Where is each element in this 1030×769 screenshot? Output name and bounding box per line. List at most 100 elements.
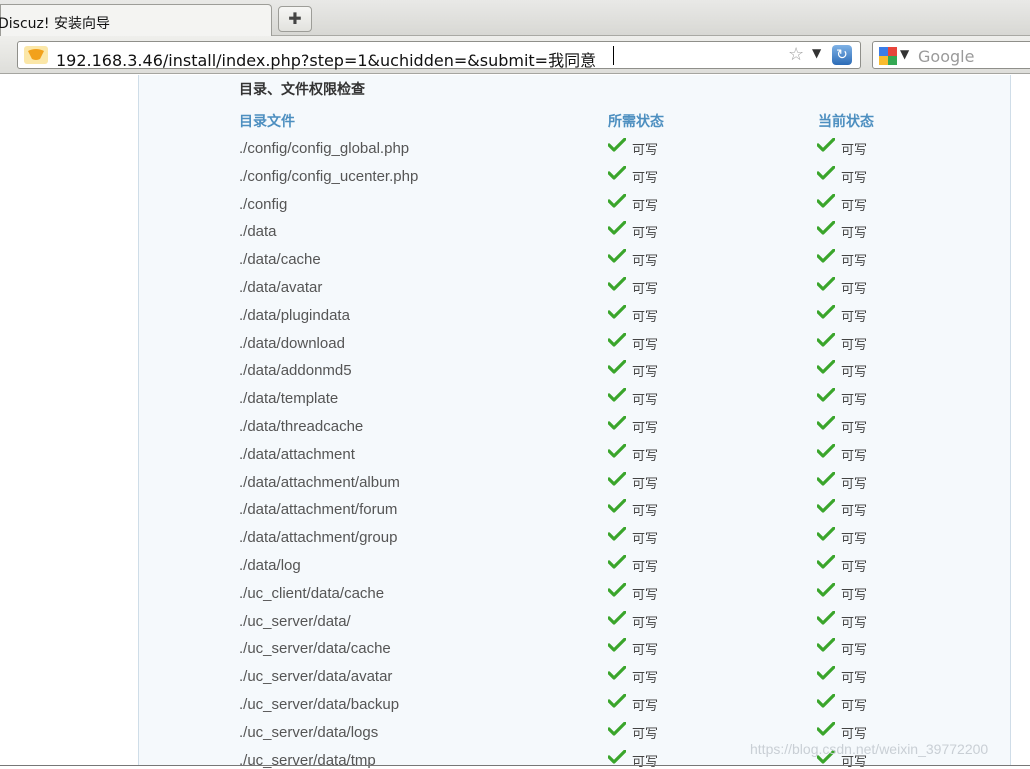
status-text: 可写	[841, 170, 868, 186]
row-path: ./uc_server/data/	[239, 612, 351, 630]
status-current: 可写	[816, 248, 867, 269]
engine-dropdown-icon[interactable]: ▼	[900, 47, 909, 61]
row-path: ./data/threadcache	[239, 418, 364, 435]
status-current: 可写	[816, 665, 867, 686]
status-required: 可写	[607, 665, 659, 687]
status-required: 可写	[607, 526, 659, 548]
table-row: ./data 可写 可写	[0, 220, 1030, 250]
section-title: 目录、文件权限检查	[239, 82, 365, 98]
status-current: 可写	[816, 220, 867, 241]
status-text: 可写	[841, 198, 868, 214]
table-row: ./data/plugindata 可写 可写	[0, 304, 1030, 334]
table-row: ./uc_client/data/cache 可写 可写	[0, 582, 1030, 612]
table-row: ./data/addonmd5 可写 可写	[0, 359, 1030, 389]
status-text: 可写	[841, 448, 868, 464]
site-identity-icon[interactable]	[24, 46, 48, 64]
new-tab-button[interactable]: ✚	[278, 6, 312, 32]
table-row: ./config/config_ucenter.php 可写 可写	[0, 165, 1030, 195]
status-text: 可写	[841, 587, 868, 603]
status-text: 可写	[632, 143, 659, 158]
search-engine-icon[interactable]	[879, 47, 897, 65]
check-icon	[816, 554, 836, 569]
status-text: 可写	[841, 282, 868, 297]
table-row: ./config 可写 可写	[0, 192, 1030, 223]
status-current: 可写	[816, 304, 867, 325]
status-required: 可写	[607, 359, 659, 381]
status-text: 可写	[841, 699, 868, 714]
page-content: 目录、文件权限检查 目录文件 所需状态 当前状态 ./config/config…	[0, 75, 1030, 769]
status-text: 可写	[841, 504, 868, 520]
status-text: 可写	[841, 337, 868, 353]
table-row: ./data/attachment 可写 可写	[0, 443, 1030, 473]
status-text: 可写	[632, 448, 659, 464]
status-required: 可写	[607, 304, 659, 325]
browser-tab[interactable]: Discuz! 安装向导	[0, 4, 272, 36]
bookmark-star-icon[interactable]: ☆	[788, 44, 804, 65]
status-current: 可写	[816, 387, 868, 409]
check-icon	[607, 415, 627, 430]
check-icon	[607, 582, 627, 597]
reload-icon[interactable]: ↻	[832, 45, 852, 65]
status-text: 可写	[632, 337, 659, 353]
table-row: ./config/config_global.php 可写 可写	[0, 137, 1030, 167]
check-icon	[816, 498, 836, 513]
row-path: ./data/attachment/group	[239, 529, 398, 547]
status-text: 可写	[632, 671, 659, 687]
status-text: 可写	[632, 532, 659, 548]
check-icon	[607, 443, 627, 458]
status-text: 可写	[841, 393, 868, 409]
status-text: 可写	[632, 170, 659, 186]
status-text: 可写	[632, 615, 659, 631]
check-icon	[816, 276, 836, 291]
check-icon	[607, 359, 627, 374]
address-bar[interactable]: 192.168.3.46/install/index.php?step=1&uc…	[17, 41, 861, 71]
table-row: ./data/threadcache 可写 可写	[0, 415, 1030, 445]
row-path: ./uc_server/data/logs	[239, 723, 379, 741]
status-current: 可写	[816, 554, 868, 575]
check-icon	[607, 665, 627, 680]
history-dropdown-icon[interactable]: ▼	[812, 46, 821, 60]
check-icon	[607, 165, 627, 180]
status-text: 可写	[632, 365, 659, 381]
status-required: 可写	[607, 582, 658, 603]
status-text: 可写	[632, 226, 659, 242]
status-current: 可写	[816, 721, 868, 742]
status-required: 可写	[607, 165, 659, 186]
check-icon	[607, 331, 627, 347]
status-current: 可写	[816, 582, 868, 603]
status-text: 可写	[632, 699, 659, 714]
status-current: 可写	[816, 331, 868, 353]
status-current: 可写	[816, 526, 867, 547]
row-path: ./data/plugindata	[239, 306, 350, 324]
url-text[interactable]: 192.168.3.46/install/index.php?step=1&uc…	[56, 47, 596, 71]
row-path: ./data/addonmd5	[239, 362, 352, 380]
row-path: ./config/config_global.php	[239, 140, 410, 157]
status-text: 可写	[841, 560, 868, 575]
watermark: https://blog.csdn.net/weixin_39772200	[750, 741, 989, 757]
status-text: 可写	[632, 309, 659, 325]
check-icon	[816, 304, 836, 319]
row-path: ./data/attachment/album	[239, 473, 400, 491]
check-icon	[816, 415, 836, 430]
check-icon	[607, 748, 627, 764]
status-text: 可写	[841, 643, 868, 659]
status-current: 可写	[816, 276, 868, 297]
table-row: ./data/download 可写 可写	[0, 331, 1030, 362]
status-text: 可写	[841, 726, 868, 742]
status-current: 可写	[816, 165, 868, 186]
status-divider	[0, 765, 1030, 766]
check-icon	[607, 304, 627, 319]
status-current: 可写	[816, 609, 867, 631]
status-current: 可写	[816, 693, 868, 714]
status-required: 可写	[607, 387, 658, 408]
status-required: 可写	[607, 276, 658, 297]
status-required: 可写	[607, 443, 659, 464]
status-text: 可写	[632, 726, 659, 742]
check-icon	[607, 498, 627, 513]
status-current: 可写	[816, 637, 868, 659]
status-text: 可写	[632, 643, 659, 659]
search-box[interactable]: ▼ Google	[872, 41, 1030, 69]
search-placeholder[interactable]: Google	[918, 47, 974, 66]
check-icon	[816, 470, 836, 486]
plus-icon: ✚	[288, 9, 302, 28]
